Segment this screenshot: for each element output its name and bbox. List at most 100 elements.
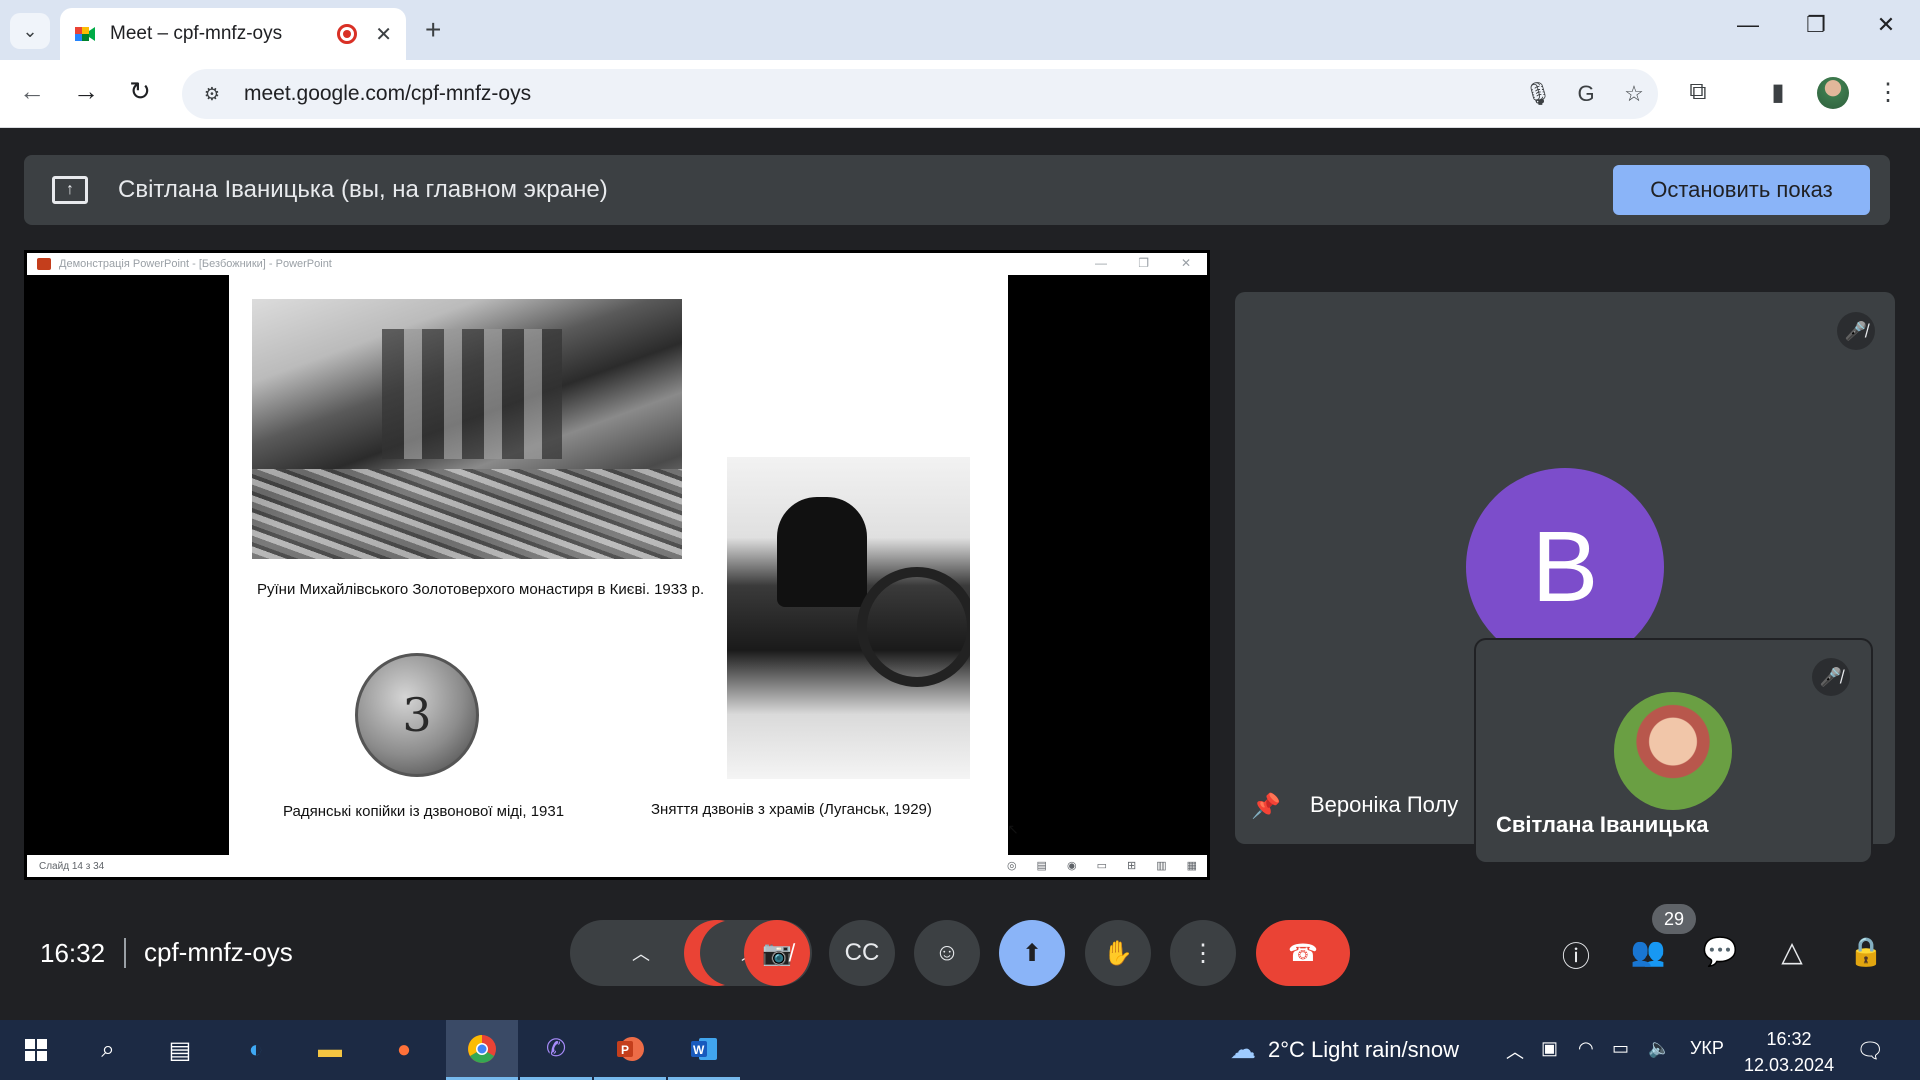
bookmark-star-icon[interactable]: ☆ — [1610, 81, 1658, 107]
system-time: 16:32 — [1766, 1029, 1812, 1049]
ppt-slideshow: 3 Руїни Михайлівського Золотоверхого мон… — [27, 275, 1207, 856]
tab-close-icon[interactable]: ✕ — [375, 22, 392, 47]
new-tab-button[interactable]: + — [425, 14, 441, 46]
participant-avatar: В — [1466, 468, 1664, 666]
self-muted-mic-icon: 🎤̸ — [1812, 658, 1850, 696]
ppt-view-icons: ◎ ▤ ◉ ▭ ⊞ ▥ ▦ — [1007, 859, 1197, 872]
captions-button[interactable]: CC — [829, 920, 895, 986]
system-date: 12.03.2024 — [1744, 1055, 1835, 1075]
tab-strip: ⌄ Meet – cpf-mnfz-oys ✕ + — ❐ ✕ — [0, 0, 1920, 60]
ppt-minimize-icon: — — [1095, 256, 1107, 270]
extensions-icon[interactable]: ⧉ — [1680, 78, 1716, 106]
viber-icon[interactable]: ✆ — [520, 1020, 592, 1080]
weather-icon: ☁ — [1230, 1034, 1256, 1064]
reload-button[interactable]: ↻ — [122, 76, 158, 107]
powerpoint-logo-icon — [37, 258, 51, 270]
windows-taskbar: ⌕ ▤ ◐ ▬ ● ✆ P W ☁ 2°C Light rain/snow ︿ … — [0, 1020, 1920, 1080]
ppt-close-icon: ✕ — [1180, 256, 1191, 270]
ppt-sorter-view-icon: ⊞ — [1126, 860, 1137, 872]
meeting-code: cpf-mnfz-oys — [144, 937, 293, 967]
stop-presenting-button[interactable]: Остановить показ — [1613, 165, 1870, 215]
word-icon[interactable]: W — [668, 1020, 740, 1080]
participant-name: Вероніка Полу — [1310, 792, 1459, 817]
meet-now-icon[interactable]: ▣ — [1541, 1038, 1558, 1059]
edge-icon[interactable]: ◐ — [220, 1020, 292, 1080]
browser-menu-icon[interactable]: ⋮ — [1870, 78, 1906, 107]
ppt-normal-view-icon: ▭ — [1096, 860, 1107, 872]
meet-favicon-icon — [74, 23, 96, 45]
meeting-details-icon[interactable]: ⓘ — [1556, 935, 1596, 975]
caption-ruins: Руїни Михайлівського Золотоверхого монас… — [257, 581, 705, 598]
divider — [124, 938, 126, 968]
meeting-time: 16:32 — [40, 938, 106, 968]
restore-button[interactable]: ❐ — [1796, 12, 1836, 38]
firefox-icon[interactable]: ● — [368, 1020, 440, 1080]
weather-widget[interactable]: ☁ 2°C Light rain/snow — [1230, 1034, 1459, 1065]
file-explorer-icon[interactable]: ▬ — [294, 1020, 366, 1080]
microphone-icon[interactable]: 🎙 — [1514, 81, 1562, 107]
svg-text:W: W — [693, 1043, 705, 1057]
slide-counter: Слайд 14 з 34 — [39, 860, 105, 872]
minimize-button[interactable]: — — [1728, 12, 1768, 38]
recording-indicator-icon — [337, 24, 358, 44]
translate-icon[interactable]: G — [1562, 81, 1610, 107]
tab-search-button[interactable]: ⌄ — [10, 13, 50, 49]
search-icon[interactable]: ⌕ — [72, 1020, 144, 1080]
host-controls-icon[interactable]: 🔒 — [1846, 935, 1886, 968]
ppt-titlebar: Демонстрація PowerPoint - [Безбожники] -… — [27, 253, 1207, 275]
ppt-window-title: Демонстрація PowerPoint - [Безбожники] -… — [59, 258, 332, 270]
profile-avatar[interactable] — [1817, 77, 1849, 109]
caption-bells: Зняття дзвонів з храмів (Луганськ, 1929) — [651, 801, 932, 818]
shared-screen: Демонстрація PowerPoint - [Безбожники] -… — [24, 250, 1210, 880]
ppt-slideshow-view-icon: ▦ — [1186, 860, 1197, 872]
ppt-reading-view-icon: ▥ — [1156, 860, 1167, 872]
coin-digit: 3 — [402, 688, 432, 742]
back-button[interactable]: ← — [14, 76, 50, 107]
camera-off-button[interactable]: 📷̸ — [744, 920, 810, 986]
system-clock[interactable]: 16:32 12.03.2024 — [1744, 1026, 1834, 1078]
url-text[interactable]: meet.google.com/cpf-mnfz-oys — [244, 82, 1514, 106]
tray-chevron-icon[interactable]: ︿ — [1506, 1038, 1524, 1064]
participant-count-badge: 29 — [1652, 904, 1696, 934]
activities-icon[interactable]: △ — [1772, 935, 1812, 968]
ruins-photo — [252, 299, 682, 559]
self-avatar — [1614, 692, 1732, 810]
task-view-icon[interactable]: ▤ — [144, 1020, 216, 1080]
chrome-icon[interactable] — [446, 1020, 518, 1080]
forward-button[interactable]: → — [68, 76, 104, 107]
close-window-button[interactable]: ✕ — [1866, 12, 1906, 38]
leave-call-button[interactable]: ☎ — [1256, 920, 1350, 986]
svg-text:P: P — [621, 1043, 629, 1057]
battery-icon[interactable]: ▭ — [1612, 1038, 1629, 1059]
weather-text: 2°C Light rain/snow — [1268, 1036, 1460, 1062]
slide: 3 Руїни Михайлівського Золотоверхого мон… — [229, 275, 1008, 856]
bells-photo — [727, 457, 970, 779]
people-icon[interactable]: 👥 — [1628, 935, 1668, 968]
notifications-icon[interactable]: 🗨 — [1856, 1038, 1884, 1064]
wifi-icon[interactable]: ◠ — [1578, 1038, 1594, 1059]
site-info-icon[interactable]: ⚙ — [194, 84, 230, 105]
self-name: Світлана Іваницька — [1496, 812, 1709, 837]
present-screen-icon: ↑ — [52, 176, 88, 204]
pin-icon[interactable]: 📌 — [1251, 792, 1281, 821]
presenting-text: Світлана Іваницька (вы, на главном экран… — [118, 176, 608, 203]
address-bar[interactable]: ⚙ meet.google.com/cpf-mnfz-oys 🎙 G ☆ — [182, 69, 1658, 119]
tab-meet[interactable]: Meet – cpf-mnfz-oys ✕ — [60, 8, 406, 60]
raise-hand-button[interactable]: ✋ — [1085, 920, 1151, 986]
side-panel-icon[interactable]: ▮ — [1760, 78, 1796, 107]
language-indicator[interactable]: УКР — [1690, 1038, 1724, 1059]
chat-icon[interactable]: 💬 — [1700, 935, 1740, 968]
ppt-statusbar: Слайд 14 з 34 ◎ ▤ ◉ ▭ ⊞ ▥ ▦ — [27, 855, 1207, 877]
more-options-button[interactable]: ⋮ — [1170, 920, 1236, 986]
reactions-button[interactable]: ☺ — [914, 920, 980, 986]
coin-image: 3 — [355, 653, 479, 777]
present-now-button[interactable]: ⬆ — [999, 920, 1065, 986]
presenting-banner: ↑ Світлана Іваницька (вы, на главном экр… — [24, 155, 1890, 225]
participant-tile-self[interactable]: 🎤̸ Світлана Іваницька — [1476, 640, 1871, 862]
powerpoint-icon[interactable]: P — [594, 1020, 666, 1080]
ppt-restore-icon: ❐ — [1138, 256, 1149, 270]
start-button[interactable] — [0, 1020, 72, 1080]
browser-toolbar: ← → ↻ ⚙ meet.google.com/cpf-mnfz-oys 🎙 G… — [0, 60, 1920, 128]
audio-options-chevron-icon[interactable]: ︿ — [632, 940, 650, 966]
volume-icon[interactable]: 🔈 — [1648, 1038, 1670, 1059]
